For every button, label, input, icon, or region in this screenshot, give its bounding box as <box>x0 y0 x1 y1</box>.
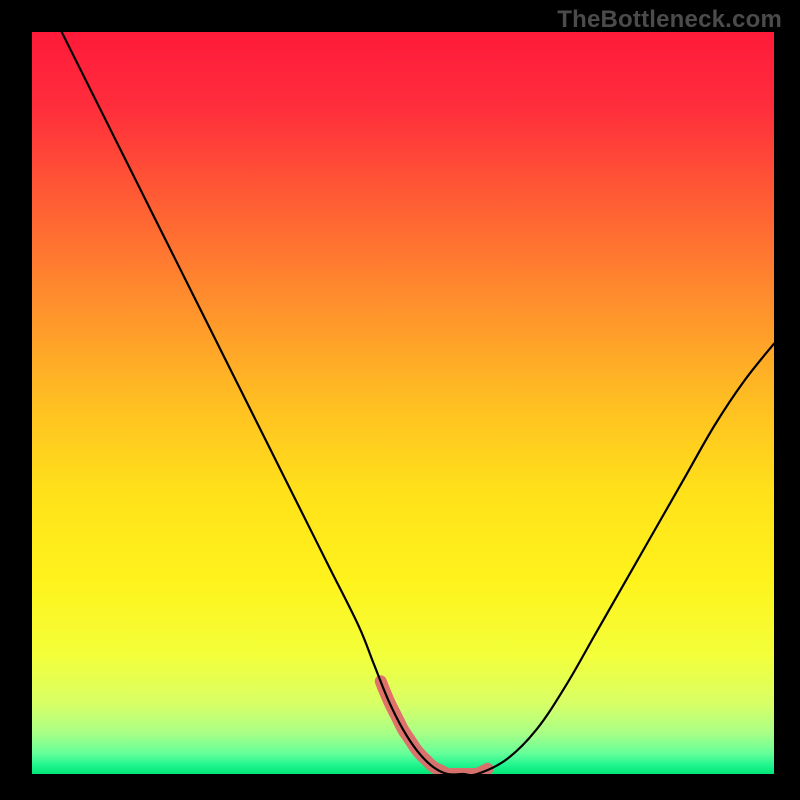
watermark-text: TheBottleneck.com <box>557 6 782 34</box>
sweet-spot-highlight <box>381 681 488 774</box>
chart-curve <box>32 32 774 774</box>
bottleneck-curve-line <box>62 32 774 774</box>
stage: TheBottleneck.com <box>0 0 800 800</box>
plot-area <box>32 32 774 774</box>
